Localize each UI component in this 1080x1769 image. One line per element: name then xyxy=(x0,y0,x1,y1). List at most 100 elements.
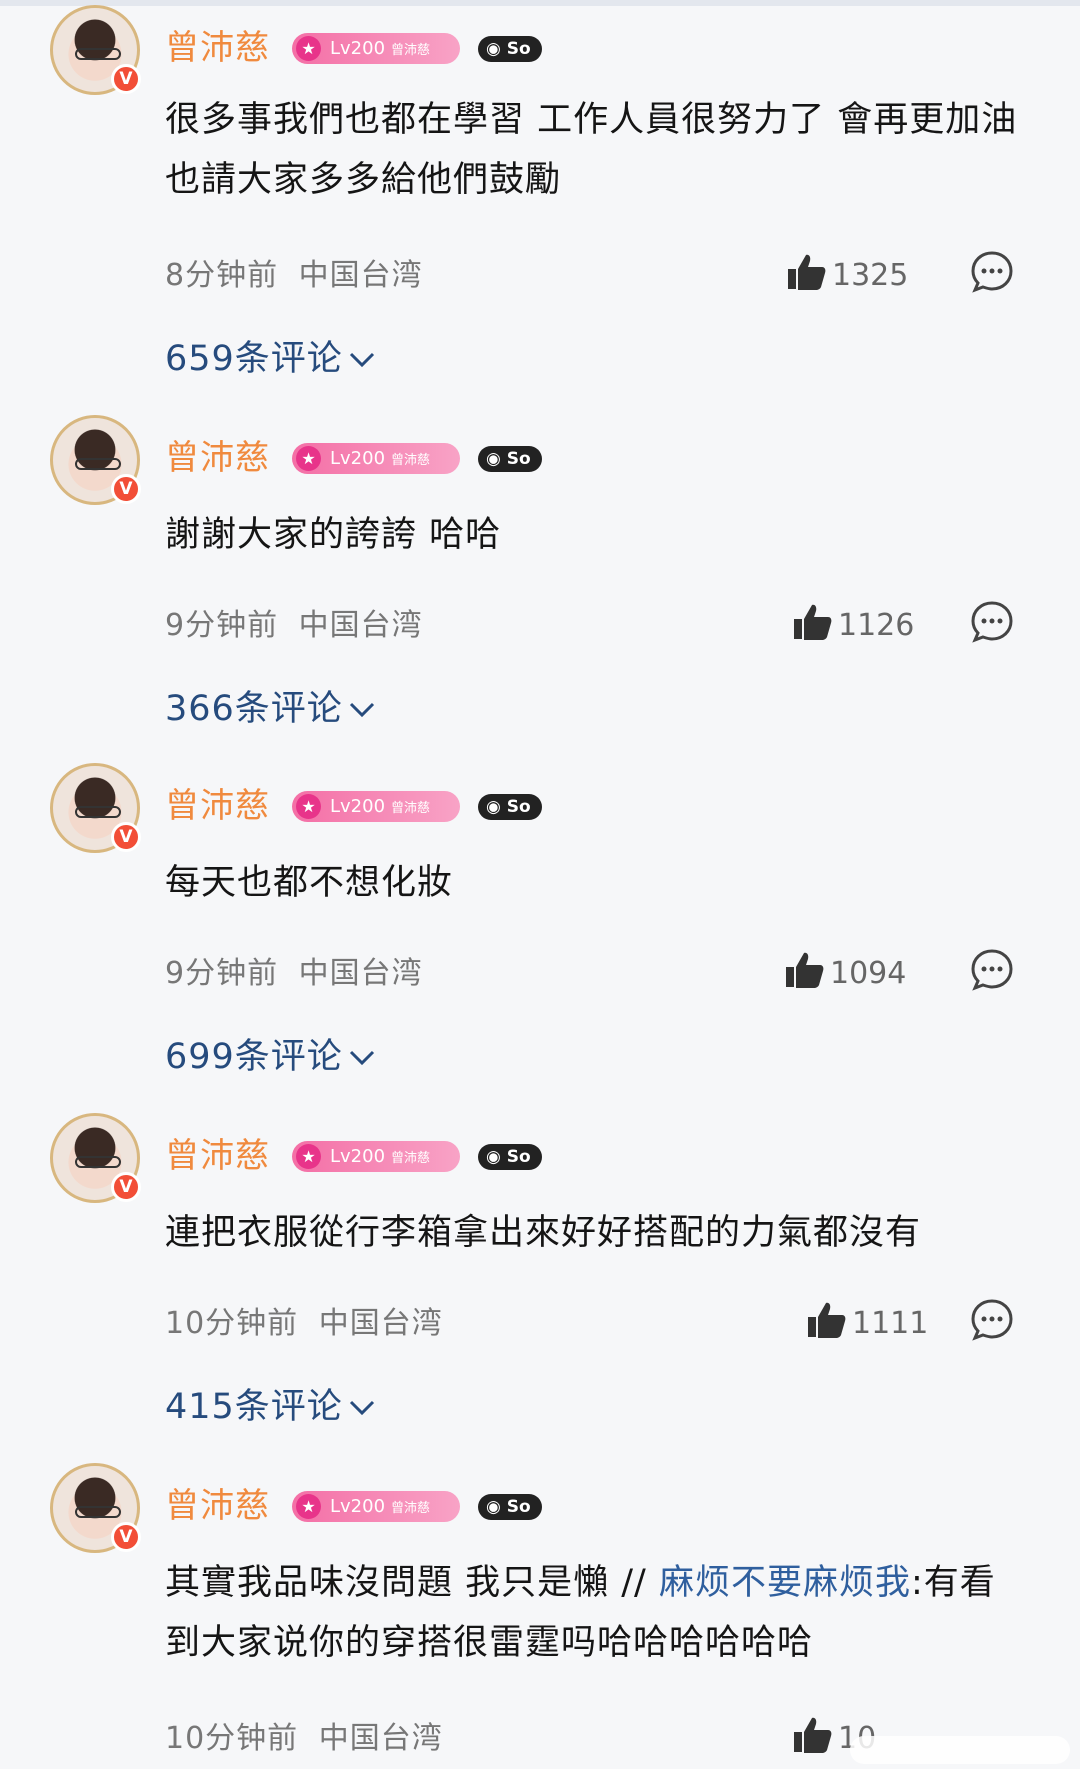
comment-item: V 曾沛慈 ★ Lv200 曾沛慈 ◉ So 每天也都不想化妝 9分钟前 中国台湾… xyxy=(0,758,1080,1108)
level-badge[interactable]: ★ Lv200 曾沛慈 xyxy=(292,791,460,822)
comment-meta: 9分钟前 中国台湾 xyxy=(165,948,423,992)
like-count: 1094 xyxy=(830,956,907,991)
like-count: 1126 xyxy=(838,608,915,643)
level-badge[interactable]: ★ Lv200 曾沛慈 xyxy=(292,1141,460,1172)
comment-meta: 10分钟前 中国台湾 xyxy=(165,1713,443,1757)
comment-location: 中国台湾 xyxy=(318,1721,443,1756)
comment-item: V 曾沛慈 ★ Lv200 曾沛慈 ◉ So 其實我品味沒問題 我只是懶 // 麻… xyxy=(0,1458,1080,1769)
username[interactable]: 曾沛慈 xyxy=(165,20,270,69)
star-icon: ★ xyxy=(296,36,321,61)
so-badge-label: So xyxy=(506,797,531,817)
avatar[interactable]: V xyxy=(50,763,141,853)
so-badge[interactable]: ◉ So xyxy=(478,794,542,820)
level-text: Lv200 xyxy=(330,796,386,817)
chevron-down-icon xyxy=(349,352,374,368)
comment-location: 中国台湾 xyxy=(298,258,423,293)
username[interactable]: 曾沛慈 xyxy=(165,1478,270,1527)
level-name: 曾沛慈 xyxy=(391,453,431,468)
view-replies-link[interactable]: 659条评论 xyxy=(165,330,375,381)
avatar-glasses xyxy=(75,1506,121,1518)
so-badge-label: So xyxy=(506,1497,531,1517)
comment-location: 中国台湾 xyxy=(298,956,423,991)
comment-body: 每天也都不想化妝 xyxy=(165,863,454,903)
replies-count: 415条评论 xyxy=(165,1387,343,1427)
comment-time: 10分钟前 xyxy=(165,1721,299,1756)
replies-count: 659条评论 xyxy=(165,339,343,379)
comment-meta: 10分钟前 中国台湾 xyxy=(165,1298,443,1342)
view-replies-link[interactable]: 415条评论 xyxy=(165,1378,375,1429)
so-badge-label: So xyxy=(506,39,531,59)
level-name: 曾沛慈 xyxy=(391,801,431,816)
mention-link[interactable]: 麻烦不要麻烦我 xyxy=(659,1563,911,1603)
like-button[interactable]: 1111 xyxy=(806,1301,928,1343)
level-badge[interactable]: ★ Lv200 曾沛慈 xyxy=(292,443,460,474)
so-badge[interactable]: ◉ So xyxy=(478,36,542,62)
comment-time: 10分钟前 xyxy=(165,1306,299,1341)
comment-location: 中国台湾 xyxy=(318,1306,443,1341)
comment-time: 9分钟前 xyxy=(165,956,279,991)
so-badge[interactable]: ◉ So xyxy=(478,1144,542,1170)
comment-text: 其實我品味沒問題 我只是懶 // 麻烦不要麻烦我:有看到大家说你的穿搭很雷霆吗哈… xyxy=(165,1553,1025,1673)
so-badge[interactable]: ◉ So xyxy=(478,1494,542,1520)
avatar[interactable]: V xyxy=(50,5,141,95)
comment-body: 謝謝大家的誇誇 哈哈 xyxy=(165,515,502,555)
verified-v-icon: V xyxy=(111,822,141,852)
like-button[interactable]: 1094 xyxy=(784,951,906,993)
level-name: 曾沛慈 xyxy=(391,1501,431,1516)
avatar-glasses xyxy=(75,48,121,60)
comment-feed: V 曾沛慈 ★ Lv200 曾沛慈 ◉ So 很多事我們也都在學習 工作人員很努力… xyxy=(0,0,1080,1769)
comment-item: V 曾沛慈 ★ Lv200 曾沛慈 ◉ So 謝謝大家的誇誇 哈哈 9分钟前 中国… xyxy=(0,410,1080,760)
avatar[interactable]: V xyxy=(50,415,141,505)
comment-text: 每天也都不想化妝 xyxy=(165,853,1025,913)
avatar[interactable]: V xyxy=(50,1463,141,1553)
comment-bubble-icon[interactable] xyxy=(970,600,1014,644)
comment-meta: 8分钟前 中国台湾 xyxy=(165,250,423,294)
star-icon: ★ xyxy=(296,794,321,819)
level-badge[interactable]: ★ Lv200 曾沛慈 xyxy=(292,1491,460,1522)
level-badge[interactable]: ★ Lv200 曾沛慈 xyxy=(292,33,460,64)
thumbs-up-icon xyxy=(794,604,832,640)
avatar-glasses xyxy=(75,458,121,470)
comment-time: 8分钟前 xyxy=(165,258,279,293)
star-icon: ★ xyxy=(296,1494,321,1519)
replies-count: 699条评论 xyxy=(165,1037,343,1077)
comment-text: 很多事我們也都在學習 工作人員很努力了 會再更加油 也請大家多多給他們鼓勵 xyxy=(165,90,1025,210)
comment-body: 其實我品味沒問題 我只是懶 // xyxy=(165,1563,659,1603)
avatar-glasses xyxy=(75,1156,121,1168)
like-button[interactable]: 1126 xyxy=(792,603,914,645)
replies-count: 366条评论 xyxy=(165,689,343,729)
view-replies-link[interactable]: 699条评论 xyxy=(165,1028,375,1079)
comment-item: V 曾沛慈 ★ Lv200 曾沛慈 ◉ So 很多事我們也都在學習 工作人員很努力… xyxy=(0,0,1080,379)
star-icon: ★ xyxy=(296,446,321,471)
comment-text: 謝謝大家的誇誇 哈哈 xyxy=(165,505,1025,565)
thumbs-up-icon xyxy=(808,1302,846,1338)
comment-text: 連把衣服從行李箱拿出來好好搭配的力氣都沒有 xyxy=(165,1203,1025,1263)
level-text: Lv200 xyxy=(330,1146,386,1167)
home-indicator xyxy=(850,1736,1070,1764)
username[interactable]: 曾沛慈 xyxy=(165,778,270,827)
comment-body: 很多事我們也都在學習 工作人員很努力了 會再更加油 也請大家多多給他們鼓勵 xyxy=(165,100,1018,200)
so-badge[interactable]: ◉ So xyxy=(478,446,542,472)
level-text: Lv200 xyxy=(330,448,386,469)
comment-bubble-icon[interactable] xyxy=(970,250,1014,294)
username[interactable]: 曾沛慈 xyxy=(165,1128,270,1177)
comment-body: 連把衣服從行李箱拿出來好好搭配的力氣都沒有 xyxy=(165,1213,922,1253)
level-text: Lv200 xyxy=(330,38,386,59)
thumbs-up-icon xyxy=(794,1717,832,1753)
comment-bubble-icon[interactable] xyxy=(970,1298,1014,1342)
avatar[interactable]: V xyxy=(50,1113,141,1203)
verified-v-icon: V xyxy=(111,1172,141,1202)
username[interactable]: 曾沛慈 xyxy=(165,430,270,479)
comment-meta: 9分钟前 中国台湾 xyxy=(165,600,423,644)
verified-v-icon: V xyxy=(111,64,141,94)
so-badge-label: So xyxy=(506,449,531,469)
view-replies-link[interactable]: 366条评论 xyxy=(165,680,375,731)
level-name: 曾沛慈 xyxy=(391,1151,431,1166)
level-text: Lv200 xyxy=(330,1496,386,1517)
avatar-glasses xyxy=(75,806,121,818)
comment-location: 中国台湾 xyxy=(298,608,423,643)
thumbs-up-icon xyxy=(788,254,826,290)
like-button[interactable]: 1325 xyxy=(786,253,908,295)
star-icon: ★ xyxy=(296,1144,321,1169)
comment-bubble-icon[interactable] xyxy=(970,948,1014,992)
